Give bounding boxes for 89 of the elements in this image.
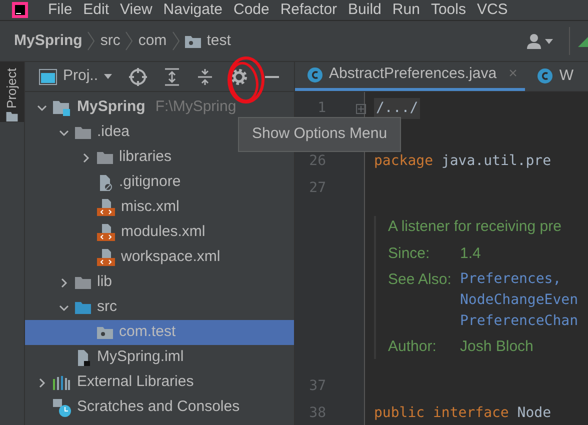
scratch-clock-icon [53,398,71,416]
window-icon [39,68,57,84]
tree-row[interactable]: lib [25,270,294,295]
tree-label: .idea [97,122,130,142]
package-folder-icon [184,34,201,48]
tree-path-hint: F:\MySpring [155,97,236,118]
menu-item[interactable]: Edit [83,0,110,20]
library-bars-icon [53,376,71,390]
xml-file-icon [97,199,115,216]
tree-label: Scratches and Consoles [77,397,240,418]
menu-item[interactable]: File [48,0,72,20]
tree-row[interactable]: MySpring.iml [25,345,294,370]
tree-label: .gitignore [119,172,181,192]
doc-link[interactable]: PreferenceChan [460,311,578,332]
locate-crosshair-icon[interactable] [129,68,148,86]
breadcrumb[interactable]: MySpring [14,30,82,52]
menu-item[interactable]: Refactor [280,0,338,20]
tree-label: misc.xml [121,197,180,218]
module-file-icon [75,350,91,366]
folder-icon [75,126,91,139]
user-dropdown-icon[interactable] [527,33,555,49]
tree-label: MySpring [77,97,146,118]
chevron-down-icon[interactable] [37,102,47,112]
app-logo-icon [12,2,28,18]
xml-file-icon [97,249,115,266]
folded-code: /.../ [374,98,420,119]
tree-label: libraries [119,147,172,168]
view-selector[interactable]: Proj.. [39,65,112,88]
chevron-down-icon[interactable] [59,302,69,312]
build-arrow-icon[interactable] [578,35,588,47]
doc-field-label: Since: [388,244,431,264]
tree-label: modules.xml [121,222,206,242]
caret-icon [104,74,112,79]
folder-icon [6,112,18,122]
doc-value: Josh Bloch [460,337,534,357]
code-line: public interface Node [374,404,551,422]
chevron-down-icon[interactable] [59,128,69,138]
project-tool-tab[interactable]: Project [0,62,24,122]
doc-field-label: Author: [388,337,438,357]
chevron-right-icon[interactable] [81,152,91,162]
tree-row[interactable]: src [25,295,294,320]
tree-label: workspace.xml [121,247,220,268]
menu-item[interactable]: Build [348,0,382,20]
menu-item[interactable]: VCS [476,0,508,20]
tree-row[interactable]: modules.xml [25,220,294,245]
tree-label: com.test [119,322,176,342]
tree-label: External Libraries [77,372,194,392]
tree-row[interactable]: misc.xml [25,195,294,220]
collapse-all-icon[interactable] [197,68,214,86]
breadcrumb-separator-icon [87,31,96,51]
doc-link[interactable]: NodeChangeEven [460,290,578,311]
xml-file-icon [97,224,115,241]
chevron-right-icon[interactable] [59,278,69,288]
doc-link[interactable]: Preferences, [460,269,578,290]
tree-row[interactable]: MySpring F:\MySpring [25,95,294,120]
menu-item[interactable]: Code [233,0,270,20]
menu-item[interactable]: Tools [430,0,466,20]
tree-row[interactable]: Scratches and Consoles [25,395,294,420]
code-line: package java.util.pre [374,152,552,171]
menu-item[interactable]: View [120,0,152,20]
module-folder-icon [53,100,71,116]
class-icon [307,66,323,82]
settings-icon[interactable] [230,68,248,86]
package-folder-icon [97,326,113,339]
tree-row[interactable]: .gitignore [25,170,294,195]
doc-field-label: See Also: [388,270,452,290]
breadcrumb[interactable]: test [206,30,231,52]
tooltip: Show Options Menu [238,117,402,152]
ignored-file-icon [97,174,113,190]
doc-value: 1.4 [460,244,481,264]
folder-icon [75,276,91,289]
chevron-right-icon[interactable] [37,378,47,388]
minimize-icon[interactable] [265,74,280,78]
breadcrumb-separator-icon [125,31,134,51]
tree-row[interactable]: workspace.xml [25,245,294,270]
folder-icon [75,301,91,314]
expand-all-icon[interactable] [164,68,180,86]
breadcrumb-separator-icon [172,31,180,51]
tree-label: MySpring.iml [97,347,184,368]
class-icon [537,68,554,84]
menu-item[interactable]: Navigate [163,0,222,20]
tree-label: lib [97,272,112,292]
menu-item[interactable]: Run [392,0,420,20]
folder-icon [97,151,113,164]
breadcrumb[interactable]: com [138,30,167,52]
tree-row[interactable]: External Libraries [25,370,294,395]
breadcrumb[interactable]: src [100,30,120,52]
doc-description: A listener for receiving pre [388,217,562,237]
tree-label: src [97,297,117,318]
